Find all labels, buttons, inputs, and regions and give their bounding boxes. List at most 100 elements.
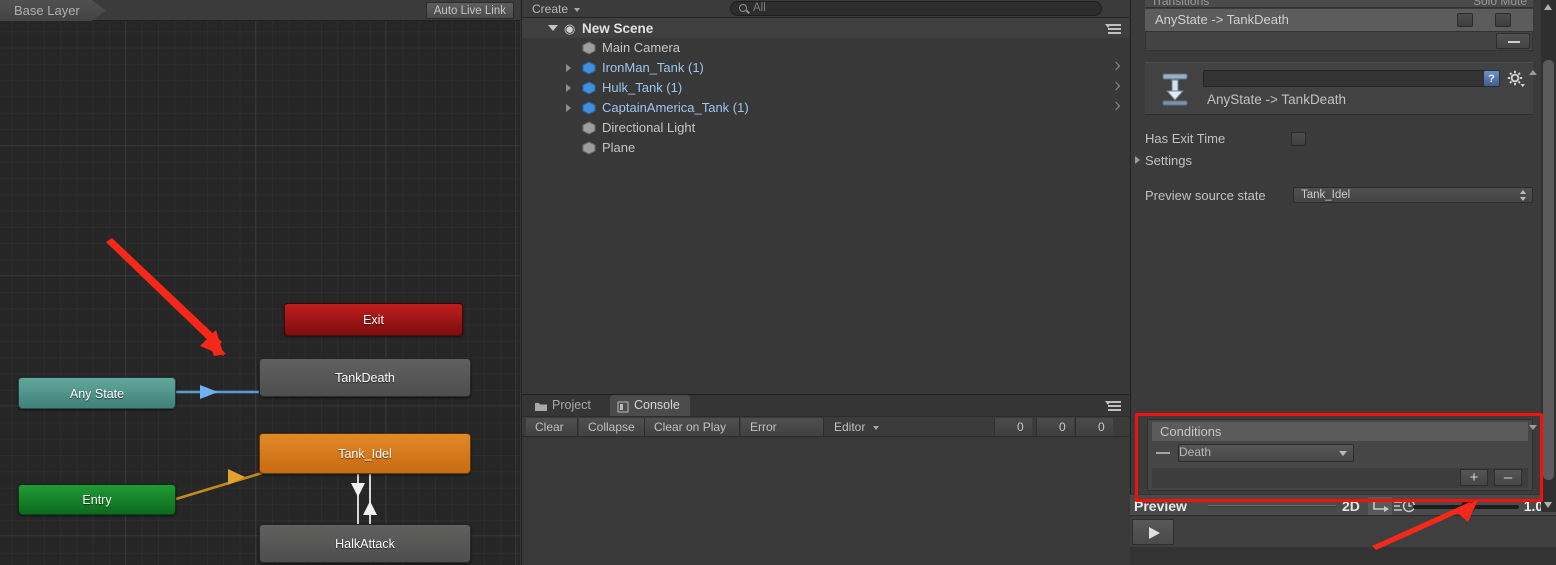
- scroll-up-arrow-icon[interactable]: [1544, 4, 1552, 10]
- remove-transition-button[interactable]: [1496, 33, 1530, 49]
- hierarchy-panel: Create All ◉ New Scene Main Camera IronM…: [521, 0, 1129, 393]
- transition-list-row[interactable]: AnyState -> TankDeath: [1145, 9, 1533, 31]
- solo-mute-header-label: Solo Mute: [1472, 0, 1527, 8]
- scene-root-row[interactable]: ◉ New Scene: [522, 18, 1129, 38]
- state-node-halkattack[interactable]: HalkAttack: [259, 524, 471, 563]
- chevron-right-icon[interactable]: [1135, 156, 1140, 164]
- scene-name: New Scene: [582, 21, 654, 36]
- gear-icon[interactable]: [1507, 70, 1525, 88]
- gameobject-icon: [582, 121, 596, 135]
- preview-playback-row: [1130, 517, 1556, 547]
- has-exit-time-checkbox[interactable]: [1291, 132, 1306, 146]
- hierarchy-item-directional-light[interactable]: Directional Light: [522, 118, 1129, 138]
- panel-menu-icon[interactable]: [1105, 23, 1123, 34]
- window-scrollbar[interactable]: [1541, 0, 1556, 512]
- chevron-right-icon[interactable]: [566, 84, 571, 92]
- hierarchy-item-plane[interactable]: Plane: [522, 138, 1129, 158]
- hierarchy-item-label: CaptainAmerica_Tank (1): [602, 100, 749, 115]
- chevron-right-icon[interactable]: [1111, 61, 1121, 71]
- editor-dropdown[interactable]: Editor: [825, 418, 885, 436]
- solo-checkbox[interactable]: [1457, 13, 1473, 27]
- state-node-entry[interactable]: Entry: [18, 484, 176, 515]
- hierarchy-item-main-camera[interactable]: Main Camera: [522, 38, 1129, 58]
- condition-parameter-value: Death: [1179, 445, 1212, 459]
- hierarchy-item-ironman-tank[interactable]: IronMan_Tank (1): [522, 58, 1129, 78]
- transition-list-footer: [1145, 31, 1533, 51]
- chevron-down-icon: [574, 8, 581, 12]
- play-button[interactable]: [1132, 519, 1174, 545]
- editor-label: Editor: [834, 420, 866, 434]
- has-exit-time-row: Has Exit Time: [1131, 129, 1556, 148]
- error-count[interactable]: 0: [1075, 418, 1113, 436]
- hierarchy-item-label: Hulk_Tank (1): [602, 80, 683, 95]
- unity-editor-window: Base Layer Auto Live Link Exit TankDeath…: [0, 0, 1556, 565]
- state-node-exit[interactable]: Exit: [284, 303, 463, 336]
- console-log-area[interactable]: [522, 438, 1129, 565]
- state-node-tank-idel[interactable]: Tank_Idel: [259, 433, 471, 474]
- warning-count[interactable]: 0: [1036, 418, 1074, 436]
- transition-name-input[interactable]: [1203, 70, 1485, 87]
- preview-label: Preview: [1134, 498, 1187, 514]
- console-icon: [617, 399, 629, 413]
- transition-icon: [1157, 71, 1193, 107]
- hierarchy-search-input[interactable]: All: [730, 1, 1102, 16]
- inspector-scrollbar[interactable]: [1528, 70, 1539, 430]
- scrollbar-thumb[interactable]: [1543, 60, 1554, 480]
- scroll-down-arrow-icon[interactable]: [1544, 502, 1552, 508]
- preview-bar: Preview 2D 1.00: [1130, 494, 1556, 516]
- help-icon[interactable]: ?: [1483, 70, 1500, 87]
- chevron-down-icon[interactable]: [548, 25, 558, 31]
- sort-arrows-icon: [1520, 190, 1527, 201]
- prefab-icon: [582, 101, 596, 115]
- scroll-up-arrow-icon[interactable]: [1529, 70, 1537, 75]
- breadcrumb-base-layer[interactable]: Base Layer: [0, 0, 106, 21]
- condition-drag-handle[interactable]: [1156, 452, 1170, 454]
- gameobject-icon: [582, 141, 596, 155]
- transitions-list-header: Transitions Solo Mute: [1145, 0, 1533, 8]
- transition-title: AnyState -> TankDeath: [1207, 92, 1346, 107]
- mute-checkbox[interactable]: [1495, 13, 1511, 27]
- preview-viewport[interactable]: [1130, 547, 1556, 565]
- folder-icon: [535, 399, 547, 411]
- create-dropdown[interactable]: Create: [532, 0, 582, 18]
- chevron-right-icon[interactable]: [566, 64, 571, 72]
- pivot-icon[interactable]: [1368, 497, 1392, 515]
- conditions-footer: + –: [1152, 468, 1528, 488]
- state-node-tankdeath[interactable]: TankDeath: [259, 358, 471, 397]
- hierarchy-item-label: Directional Light: [602, 120, 696, 135]
- chevron-right-icon[interactable]: [1111, 81, 1121, 91]
- scroll-down-arrow-icon[interactable]: [1529, 425, 1537, 430]
- chevron-right-icon[interactable]: [1111, 101, 1121, 111]
- info-count[interactable]: 0: [994, 418, 1032, 436]
- auto-live-link-button[interactable]: Auto Live Link: [425, 2, 514, 19]
- console-toolbar: Clear Collapse Clear on Play Error Pause…: [522, 416, 1129, 452]
- tab-console[interactable]: Console: [610, 395, 690, 416]
- conditions-panel: Conditions Death + –: [1147, 419, 1533, 491]
- chevron-right-icon[interactable]: [566, 104, 571, 112]
- hierarchy-item-label: Plane: [602, 140, 636, 155]
- state-node-any-state[interactable]: Any State: [18, 377, 176, 409]
- condition-parameter-dropdown[interactable]: Death: [1178, 444, 1354, 462]
- preview-2d-toggle[interactable]: 2D: [1342, 495, 1360, 517]
- prefab-icon: [582, 61, 596, 75]
- clear-on-play-button[interactable]: Clear on Play: [645, 418, 740, 436]
- transition-header-card: ? AnyState -> TankDeath: [1145, 62, 1533, 115]
- clear-button[interactable]: Clear: [526, 418, 578, 436]
- hierarchy-item-captainamerica-tank[interactable]: CaptainAmerica_Tank (1): [522, 98, 1129, 118]
- preview-source-state-value: Tank_Idel: [1301, 189, 1351, 201]
- remove-condition-button[interactable]: –: [1494, 469, 1522, 486]
- preview-source-state-label: Preview source state: [1145, 188, 1266, 203]
- panel-menu-icon[interactable]: [1105, 400, 1123, 411]
- error-pause-button[interactable]: Error Pause: [741, 418, 824, 452]
- preview-source-state-row: Preview source state Tank_Idel: [1131, 186, 1556, 205]
- preview-speed-slider-knob[interactable]: [1461, 500, 1475, 514]
- tab-project[interactable]: Project: [528, 395, 601, 416]
- add-condition-button[interactable]: +: [1460, 469, 1488, 486]
- hierarchy-item-label: IronMan_Tank (1): [602, 60, 704, 75]
- preview-divider: [1208, 505, 1336, 507]
- chevron-down-icon: [1339, 451, 1347, 456]
- collapse-button[interactable]: Collapse: [579, 418, 645, 436]
- settings-foldout-row[interactable]: Settings: [1131, 151, 1556, 170]
- hierarchy-item-hulk-tank[interactable]: Hulk_Tank (1): [522, 78, 1129, 98]
- preview-source-state-dropdown[interactable]: Tank_Idel: [1293, 187, 1533, 203]
